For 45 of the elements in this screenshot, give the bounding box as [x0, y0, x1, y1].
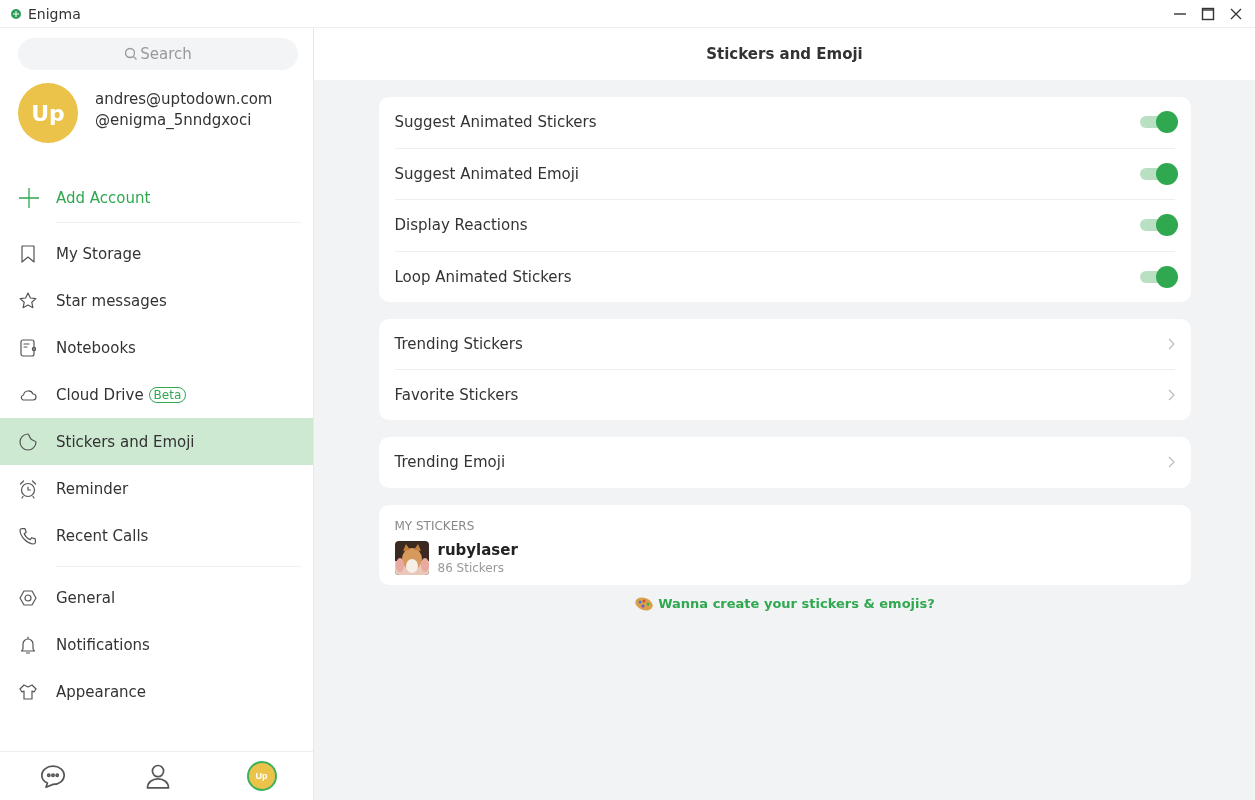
sidebar-item[interactable]: Stickers and Emoji — [0, 418, 313, 465]
chat-icon — [38, 762, 67, 790]
search-field[interactable]: Search — [18, 38, 298, 70]
sticker-icon — [18, 431, 38, 452]
plus-icon — [18, 187, 40, 209]
window-title: Enigma — [28, 5, 81, 22]
minimize-icon — [1174, 12, 1186, 15]
sidebar-item[interactable]: Cloud Drive Beta — [0, 371, 313, 418]
sidebar-item[interactable]: My Storage — [0, 230, 313, 277]
sticker-count: 86 Stickers — [437, 560, 505, 575]
chevron-right-icon — [1166, 388, 1175, 401]
setting-label: Suggest Animated Stickers — [394, 113, 598, 132]
palette-icon — [634, 595, 655, 612]
sidebar-item[interactable]: General — [0, 574, 313, 621]
bookmark-icon — [18, 243, 38, 264]
gear-icon — [18, 587, 38, 608]
sidebar-item[interactable]: Notifications — [0, 621, 313, 668]
alarm-clock-icon — [18, 478, 38, 499]
sticker-pack-name[interactable]: rubylaser — [437, 540, 518, 559]
close-icon — [1229, 6, 1243, 21]
settings-link[interactable]: Trending Stickers — [394, 319, 1175, 370]
account-email: andres@uptodown.com — [95, 89, 273, 108]
account-handle: @enigma_5nndgxoci — [95, 110, 253, 129]
sidebar-item[interactable]: Reminder — [0, 465, 313, 512]
settings-link[interactable]: Favorite Stickers — [394, 369, 1175, 420]
settings-link[interactable]: Trending Emoji — [394, 437, 1175, 488]
chevron-right-icon — [1166, 337, 1175, 350]
sidebar-item[interactable]: Notebooks — [0, 324, 313, 371]
chat-tab[interactable] — [38, 762, 67, 790]
app-logo-icon — [10, 7, 22, 20]
setting-label: Loop Animated Stickers — [394, 267, 573, 286]
sidebar-item[interactable]: Appearance — [0, 668, 313, 715]
sidebar-item[interactable]: Star messages — [0, 277, 313, 324]
setting-label: Suggest Animated Emoji — [394, 164, 580, 183]
phone-icon — [18, 525, 38, 546]
sidebar-item[interactable]: Recent Calls — [0, 512, 313, 559]
star-icon — [18, 290, 38, 311]
section-heading: MY STICKERS — [394, 518, 476, 533]
chevron-right-icon — [1166, 456, 1175, 469]
maximize-icon — [1201, 6, 1215, 21]
setting-label: Display Reactions — [394, 216, 529, 235]
bell-icon — [18, 634, 38, 655]
search-icon — [124, 47, 138, 61]
notebook-icon — [18, 337, 38, 358]
page-title: Stickers and Emoji — [706, 45, 863, 63]
